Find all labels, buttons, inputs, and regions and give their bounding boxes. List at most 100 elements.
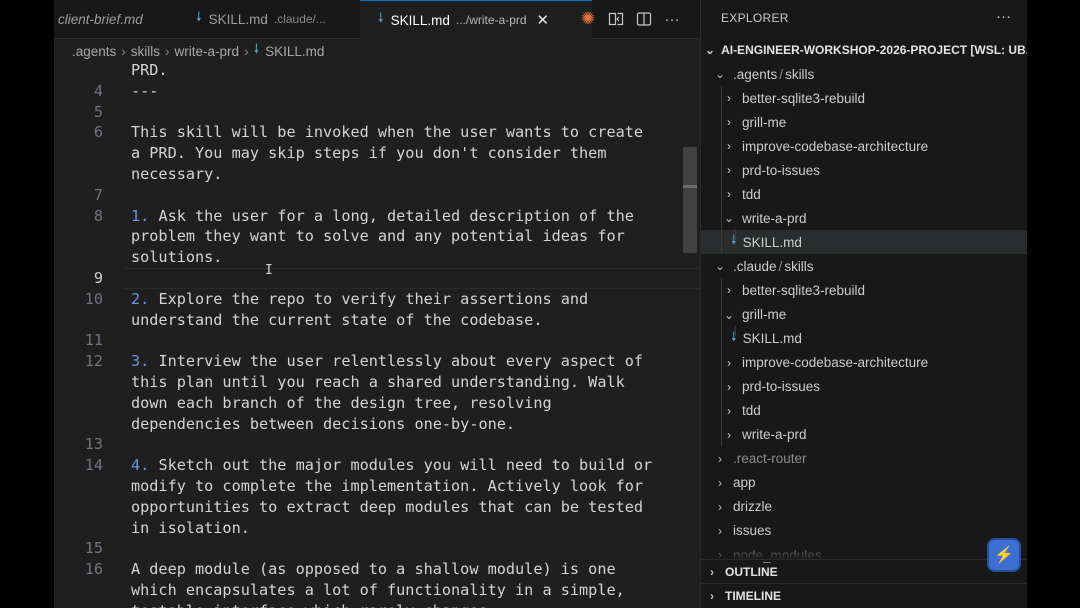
- line-text: 1. Ask the user for a long, detailed des…: [131, 206, 634, 227]
- tree-folder[interactable]: › improve-codebase-architecture: [701, 134, 1027, 158]
- line-content: a PRD. You may skip steps if you don't c…: [131, 144, 607, 163]
- tree-folder[interactable]: › better-sqlite3-rebuild: [701, 86, 1027, 110]
- chevron-right-icon: ›: [244, 43, 249, 59]
- outline-section[interactable]: › OUTLINE: [701, 559, 1027, 583]
- path-separator: /: [778, 258, 783, 274]
- split-editor-icon[interactable]: [634, 9, 654, 29]
- tree-item-label: .agents: [733, 66, 778, 82]
- chevron-down-icon: ⌄: [723, 307, 735, 322]
- tree-file[interactable]: 🠗 SKILL.md: [701, 327, 1027, 351]
- tree-folder[interactable]: › improve-codebase-architecture: [701, 351, 1027, 375]
- tree-item-label: write-a-prd: [742, 427, 807, 443]
- editor-line: 4 ---: [54, 81, 700, 102]
- editor-line: testable interface which rarely changes.: [54, 601, 700, 608]
- tree-folder[interactable]: › prd-to-issues: [701, 375, 1027, 399]
- section-label: OUTLINE: [725, 564, 778, 579]
- chevron-right-icon: ›: [727, 115, 731, 130]
- scrollbar-marker: [683, 185, 697, 188]
- line-text: necessary.: [131, 164, 222, 185]
- line-number: 7: [93, 185, 103, 204]
- claude-icon[interactable]: ✺: [578, 9, 598, 29]
- breadcrumb-item[interactable]: .agents: [72, 44, 116, 59]
- tree-folder[interactable]: › write-a-prd: [701, 423, 1027, 447]
- line-content: Interview the user relentlessly about ev…: [149, 352, 644, 371]
- line-number: 6: [93, 123, 103, 142]
- breadcrumb: .agents › skills › write-a-prd › 🠗 SKILL…: [54, 39, 700, 63]
- tree-folder[interactable]: › issues: [701, 519, 1027, 543]
- tree-item-label: prd-to-issues: [742, 379, 821, 395]
- tab-label: SKILL.md: [390, 12, 450, 28]
- more-actions-icon[interactable]: ···: [662, 9, 682, 29]
- list-number: 3.: [131, 352, 150, 371]
- tree-item-label: improve-codebase-architecture: [742, 355, 929, 371]
- line-text: 4. Sketch out the major modules you will…: [131, 455, 652, 476]
- chevron-down-icon: ⌄: [714, 259, 726, 274]
- breadcrumb-item[interactable]: write-a-prd: [175, 44, 240, 59]
- line-content: problem they want to solve and any poten…: [131, 227, 625, 246]
- line-text: problem they want to solve and any poten…: [131, 226, 625, 247]
- chevron-right-icon: ›: [718, 451, 722, 466]
- editor-line: 14 4. Sketch out the major modules you wi…: [54, 455, 700, 476]
- editor-text-area[interactable]: PRD. 4 --- 5 6 This skill will be invoked whe…: [54, 63, 700, 608]
- indent-guide: [735, 230, 736, 240]
- tab-skill-write-a-prd[interactable]: 🠗 SKILL.md .../write-a-prd ✕: [360, 0, 592, 39]
- tree-folder[interactable]: ⌄ write-a-prd: [701, 206, 1027, 230]
- editor-line: 16 A deep module (as opposed to a shallow…: [54, 559, 700, 580]
- editor-line: in isolation.: [54, 518, 700, 539]
- tree-folder[interactable]: ⌄ .agents / skills: [701, 62, 1027, 86]
- tree-folder[interactable]: › tdd: [701, 182, 1027, 206]
- timeline-section[interactable]: › TIMELINE: [701, 583, 1027, 607]
- editor-line: 7: [54, 185, 700, 206]
- tab-description: .claude/...: [273, 12, 326, 26]
- tree-folder[interactable]: › prd-to-issues: [701, 158, 1027, 182]
- tree-item-label: better-sqlite3-rebuild: [742, 282, 866, 298]
- tab-bar: client-brief.md 🠗 SKILL.md .claude/... 🠗…: [54, 0, 700, 39]
- tree-file[interactable]: 🠗 SKILL.md: [701, 230, 1027, 255]
- chevron-right-icon: ›: [727, 283, 731, 298]
- breadcrumb-item[interactable]: skills: [131, 44, 160, 59]
- markdown-icon: 🠗: [196, 9, 202, 24]
- tree-item-label: drizzle: [733, 499, 773, 515]
- line-text: PRD.: [131, 63, 168, 81]
- tree-folder[interactable]: › drizzle: [701, 495, 1027, 519]
- line-content: ---: [131, 81, 159, 100]
- chevron-right-icon: ›: [727, 139, 731, 154]
- scrollbar-thumb[interactable]: [683, 147, 697, 253]
- close-icon[interactable]: ✕: [537, 11, 550, 29]
- markdown-icon: 🠗: [253, 41, 260, 56]
- tree-folder[interactable]: › better-sqlite3-rebuild: [701, 278, 1027, 302]
- tree-folder[interactable]: ⌄ .claude / skills: [701, 254, 1027, 278]
- line-text: a PRD. You may skip steps if you don't c…: [131, 143, 606, 164]
- tree-folder[interactable]: › tdd: [701, 399, 1027, 423]
- tree-folder[interactable]: ⌄ grill-me: [701, 303, 1027, 327]
- tree-folder[interactable]: › grill-me: [701, 110, 1027, 134]
- tree-folder[interactable]: › .react-router: [701, 447, 1027, 471]
- tree-item-label: prd-to-issues: [742, 162, 821, 178]
- tree-folder[interactable]: › app: [701, 471, 1027, 495]
- editor-line: modify to complete the implementation. A…: [54, 476, 700, 497]
- tree-item-label: tdd: [742, 186, 761, 202]
- line-text: which encapsulates a lot of functionalit…: [131, 580, 625, 601]
- tree-item-label: tdd: [742, 403, 761, 419]
- editor-line: this plan until you reach a shared under…: [54, 372, 700, 393]
- compare-icon[interactable]: [606, 9, 626, 29]
- editor-line: 8 1. Ask the user for a long, detailed de…: [54, 206, 700, 227]
- tree-item-label: issues: [733, 523, 772, 539]
- editor-line: necessary.: [54, 164, 700, 185]
- copilot-icon[interactable]: ⚡: [989, 540, 1019, 570]
- line-content: this plan until you reach a shared under…: [131, 373, 625, 391]
- tab-skill-claude[interactable]: 🠗 SKILL.md .claude/...: [178, 0, 376, 38]
- chevron-right-icon: ›: [727, 163, 731, 178]
- line-content: Sketch out the major modules you will ne…: [149, 456, 653, 475]
- editor-line: problem they want to solve and any poten…: [54, 226, 700, 247]
- line-content: Ask the user for a long, detailed descri…: [149, 206, 634, 225]
- tab-client-brief[interactable]: client-brief.md: [54, 0, 182, 38]
- tab-label: client-brief.md: [58, 11, 143, 27]
- chevron-right-icon: ›: [727, 91, 731, 106]
- more-actions-icon[interactable]: ···: [996, 8, 1011, 25]
- line-number: 12: [84, 352, 103, 371]
- project-root[interactable]: ⌄ AI-ENGINEER-WORKSHOP-2026-PROJECT [WSL…: [701, 39, 1027, 61]
- breadcrumb-item[interactable]: SKILL.md: [265, 44, 324, 59]
- editor-line: solutions.: [54, 247, 700, 268]
- editor-line: PRD.: [54, 63, 700, 81]
